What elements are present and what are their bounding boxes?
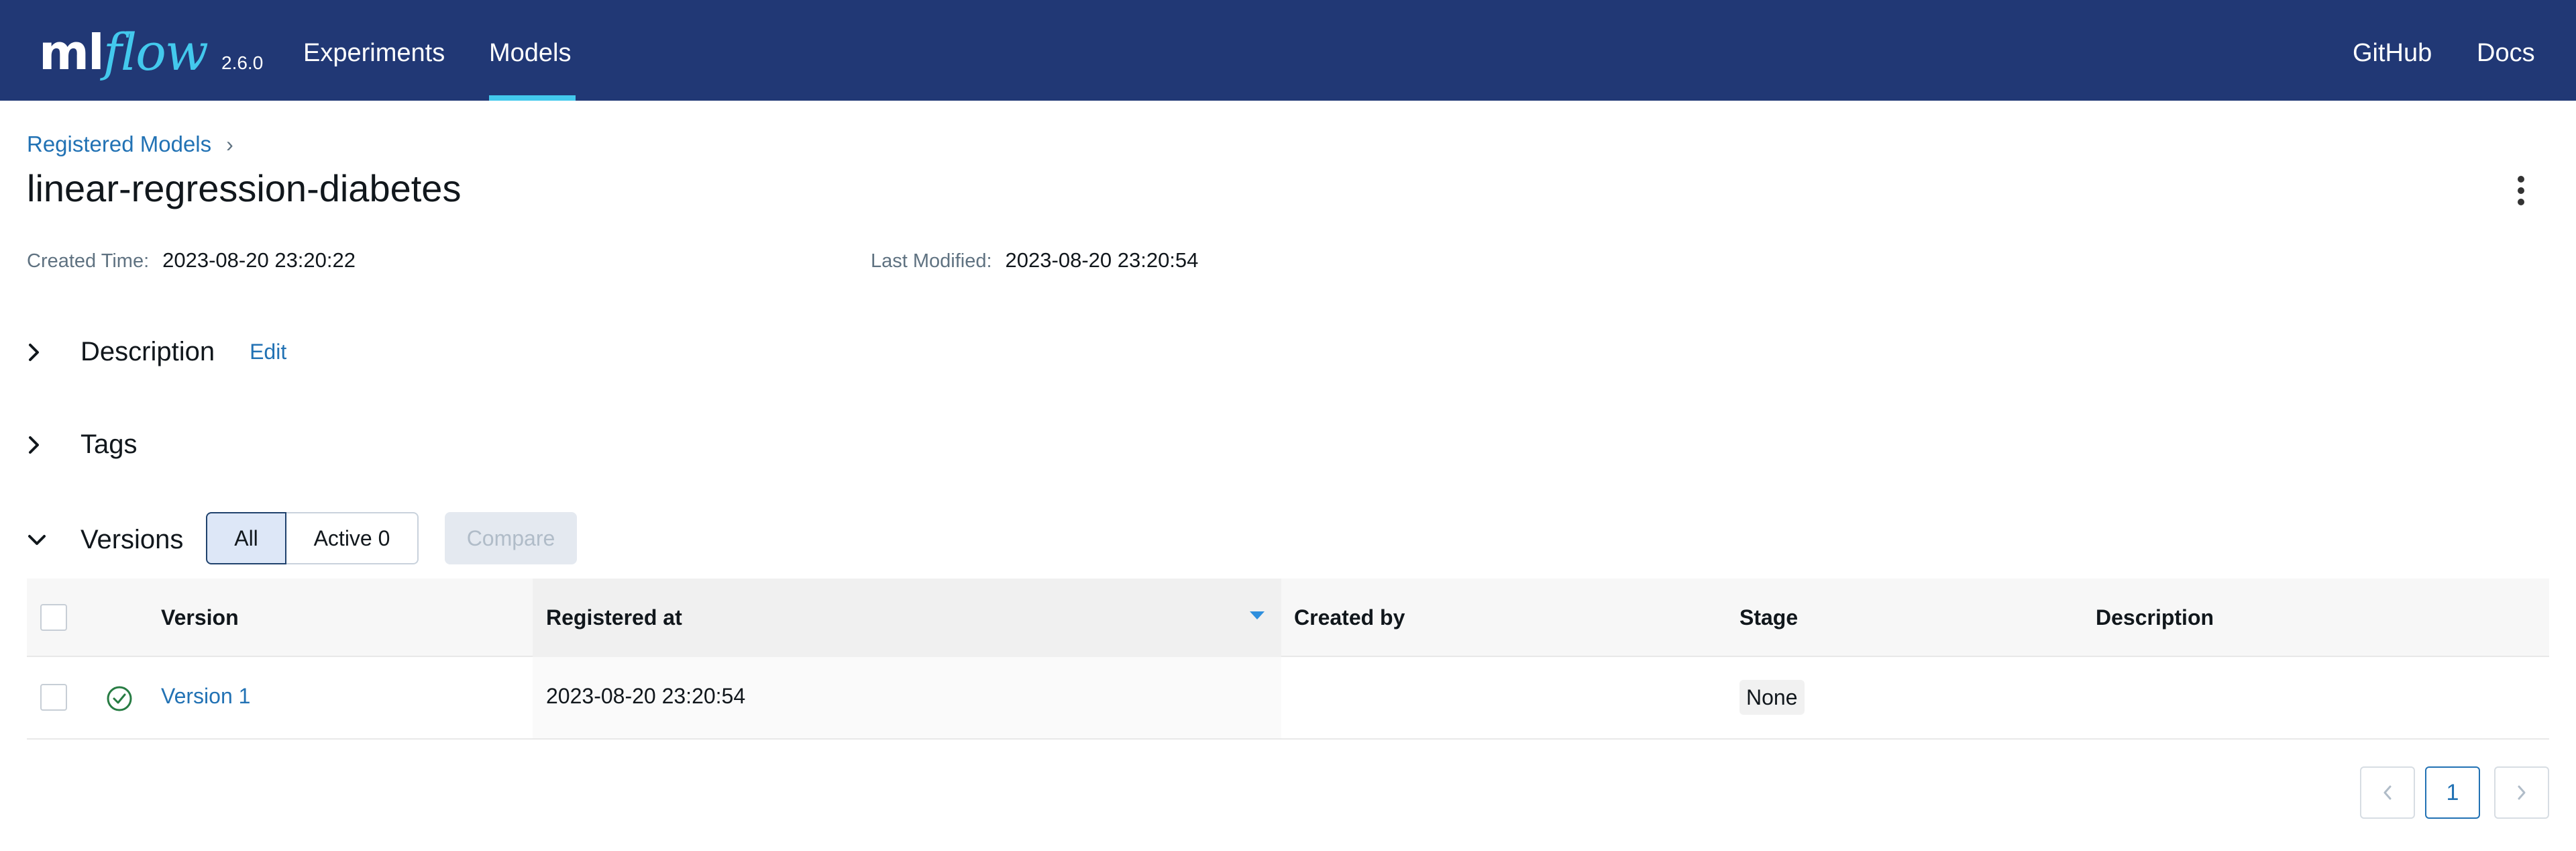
breadcrumb-registered-models[interactable]: Registered Models: [27, 132, 211, 157]
column-created-by[interactable]: Created by: [1294, 605, 1405, 630]
created-time-value: 2023-08-20 23:20:22: [162, 248, 356, 272]
mlflow-logo[interactable]: ml flow: [39, 22, 209, 82]
table-row: Version 1 2023-08-20 23:20:54 None: [27, 657, 2549, 740]
stage-badge: None: [1739, 680, 1805, 715]
chevron-left-icon: [2383, 785, 2392, 800]
page-1-button[interactable]: 1: [2425, 766, 2480, 819]
active-nav-indicator: [489, 95, 576, 101]
filter-active-button[interactable]: Active 0: [286, 512, 419, 564]
check-circle-icon: [107, 686, 132, 711]
github-link[interactable]: GitHub: [2353, 39, 2432, 68]
last-modified-value: 2023-08-20 23:20:54: [1005, 248, 1199, 272]
page-title: linear-regression-diabetes: [27, 167, 462, 209]
next-page-button[interactable]: [2494, 766, 2549, 819]
breadcrumb: Registered Models ›: [27, 132, 233, 157]
logo-flow-text: flow: [103, 22, 209, 82]
chevron-right-icon: [2518, 785, 2526, 800]
chevron-right-icon[interactable]: [27, 338, 62, 367]
description-section-header[interactable]: Description Edit: [27, 337, 286, 367]
top-navigation-bar: ml flow 2.6.0 Experiments Models GitHub D…: [0, 0, 2576, 101]
chevron-down-icon[interactable]: [27, 525, 62, 555]
description-title: Description: [80, 337, 215, 366]
column-registered-at[interactable]: Registered at: [546, 605, 682, 630]
filter-all-button[interactable]: All: [206, 512, 286, 564]
select-all-checkbox[interactable]: [40, 604, 67, 631]
prev-page-button[interactable]: [2360, 766, 2415, 819]
row-select-checkbox[interactable]: [40, 684, 67, 711]
version-link[interactable]: Version 1: [161, 684, 250, 709]
column-stage[interactable]: Stage: [1739, 605, 1798, 630]
column-version[interactable]: Version: [161, 605, 239, 630]
mlflow-version: 2.6.0: [221, 52, 264, 73]
registered-at-cell: 2023-08-20 23:20:54: [546, 684, 746, 708]
sort-descending-icon[interactable]: [1250, 611, 1265, 619]
nav-experiments[interactable]: Experiments: [303, 39, 445, 68]
tags-section-header[interactable]: Tags: [27, 430, 138, 460]
edit-description-link[interactable]: Edit: [250, 340, 286, 364]
table-header: Version Registered at Created by Stage D…: [27, 579, 2549, 657]
chevron-right-icon[interactable]: [27, 430, 62, 460]
column-description[interactable]: Description: [2096, 605, 2214, 630]
created-time-label: Created Time:: [27, 250, 150, 272]
compare-button[interactable]: Compare: [445, 512, 577, 564]
tags-title: Tags: [80, 430, 138, 459]
versions-section-header[interactable]: Versions: [27, 525, 183, 555]
breadcrumb-separator: ›: [226, 132, 233, 156]
nav-models[interactable]: Models: [489, 39, 572, 68]
versions-title: Versions: [80, 525, 184, 554]
docs-link[interactable]: Docs: [2477, 39, 2535, 68]
last-modified: Last Modified: 2023-08-20 23:20:54: [871, 248, 1198, 272]
more-options-icon[interactable]: [2513, 176, 2529, 205]
logo-ml-text: ml: [39, 24, 105, 81]
created-time: Created Time: 2023-08-20 23:20:22: [27, 248, 356, 272]
last-modified-label: Last Modified:: [871, 250, 992, 272]
